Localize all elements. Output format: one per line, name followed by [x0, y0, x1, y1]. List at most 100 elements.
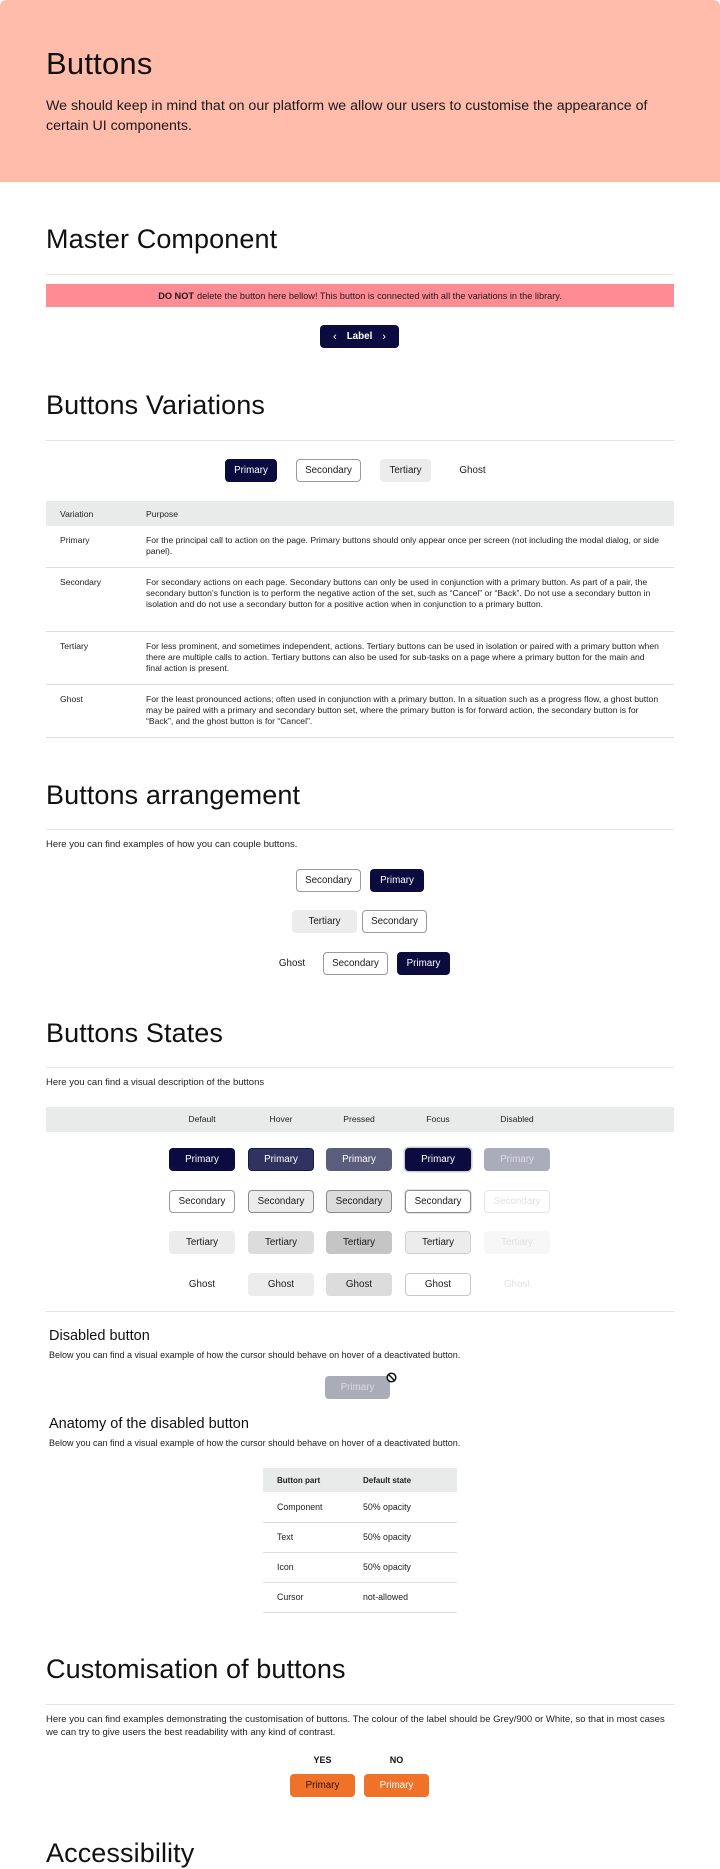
- states-header: Default Hover Pressed Focus Disabled: [46, 1107, 674, 1132]
- secondary-button[interactable]: Secondary: [323, 952, 388, 975]
- section-description: Here you can find a visual description o…: [46, 1077, 265, 1088]
- tertiary-button[interactable]: Tertiary: [380, 459, 431, 482]
- variation-cell: Ghost: [46, 684, 132, 738]
- ghost-disabled-button: Ghost: [503, 1278, 531, 1290]
- secondary-button[interactable]: Secondary: [362, 910, 427, 933]
- purpose-cell: For the least pronounced actions; often …: [132, 684, 674, 738]
- secondary-pressed-button[interactable]: Secondary: [326, 1189, 392, 1213]
- table-row: Ghost For the least pronounced actions; …: [46, 684, 674, 738]
- column-header-disabled: Disabled: [500, 1114, 534, 1124]
- ghost-focus-button[interactable]: Ghost: [405, 1272, 471, 1296]
- secondary-button[interactable]: Secondary: [296, 869, 361, 892]
- column-header-hover: Hover: [269, 1114, 293, 1124]
- table-header-row: Button part Default state: [263, 1468, 457, 1492]
- section-title: Customisation of buttons: [46, 1654, 346, 1684]
- column-header: Button part: [263, 1468, 349, 1492]
- column-header-focus: Focus: [426, 1114, 450, 1124]
- section-title: Buttons Variations: [46, 390, 265, 420]
- master-button[interactable]: ‹ Label ›: [320, 325, 399, 348]
- primary-focus-button[interactable]: Primary: [405, 1148, 471, 1171]
- divider: [46, 440, 674, 441]
- state-cell: 50% opacity: [349, 1492, 457, 1523]
- tertiary-hover-button[interactable]: Tertiary: [248, 1231, 314, 1254]
- section-description: Here you can find examples demonstrating…: [46, 1714, 665, 1738]
- state-cell: not-allowed: [349, 1582, 457, 1613]
- variation-cell: Secondary: [46, 567, 132, 632]
- no-label: NO: [389, 1755, 404, 1765]
- primary-hover-button[interactable]: Primary: [248, 1148, 314, 1171]
- arrangement-section: Buttons arrangement: [0, 780, 720, 811]
- states-row-primary: Primary Primary Primary Primary Primary: [46, 1148, 674, 1190]
- ghost-hover-button[interactable]: Ghost: [248, 1272, 314, 1296]
- purpose-cell: For the principal call to action on the …: [132, 526, 674, 568]
- anatomy-title: Anatomy of the disabled button: [49, 1416, 249, 1432]
- page-description: We should keep in mind that on our platf…: [46, 98, 648, 134]
- column-header-pressed: Pressed: [343, 1114, 375, 1124]
- warning-banner: DO NOT delete the button here bellow! Th…: [46, 284, 674, 307]
- tertiary-pressed-button[interactable]: Tertiary: [326, 1231, 392, 1254]
- divider: [46, 1067, 674, 1068]
- disabled-description: Below you can find a visual example of h…: [49, 1350, 461, 1360]
- table-row: Icon 50% opacity: [263, 1552, 457, 1583]
- purpose-cell: For secondary actions on each page. Seco…: [132, 567, 674, 632]
- anatomy-table: Button part Default state Component 50% o…: [263, 1468, 457, 1613]
- part-cell: Component: [263, 1492, 349, 1523]
- primary-disabled-button: Primary: [484, 1148, 550, 1171]
- disabled-primary-button: Primary: [325, 1376, 390, 1399]
- secondary-hover-button[interactable]: Secondary: [248, 1189, 314, 1213]
- state-cell: 50% opacity: [349, 1552, 457, 1583]
- variations-table-wrap: Variation Purpose Primary For the princi…: [46, 501, 674, 738]
- chevron-right-icon: ›: [382, 330, 386, 343]
- chevron-left-icon: ‹: [333, 330, 337, 343]
- column-header: Default state: [349, 1468, 457, 1492]
- divider: [46, 1311, 674, 1312]
- table-row: Secondary For secondary actions on each …: [46, 567, 674, 632]
- variations-table: Variation Purpose Primary For the princi…: [46, 501, 674, 738]
- secondary-button[interactable]: Secondary: [296, 459, 361, 482]
- hero-banner: Buttons We should keep in mind that on o…: [0, 0, 720, 182]
- orange-primary-button-white-label[interactable]: Primary: [364, 1774, 429, 1797]
- primary-default-button[interactable]: Primary: [169, 1148, 235, 1171]
- orange-primary-button-dark-label[interactable]: Primary: [290, 1774, 355, 1797]
- tertiary-focus-button[interactable]: Tertiary: [405, 1231, 471, 1254]
- state-cell: 50% opacity: [349, 1522, 457, 1553]
- section-description: Here you can find examples of how you ca…: [46, 839, 298, 850]
- divider: [46, 829, 674, 830]
- tertiary-button[interactable]: Tertiary: [292, 910, 357, 933]
- primary-button[interactable]: Primary: [225, 459, 277, 482]
- ghost-pressed-button[interactable]: Ghost: [326, 1272, 392, 1296]
- secondary-focus-button[interactable]: Secondary: [405, 1189, 471, 1213]
- states-row-ghost: Ghost Ghost Ghost Ghost Ghost: [46, 1272, 674, 1315]
- column-header: Variation: [46, 501, 132, 526]
- table-row: Primary For the principal call to action…: [46, 526, 674, 568]
- section-title: Buttons States: [46, 1018, 224, 1048]
- warning-text: delete the button here bellow! This butt…: [196, 290, 562, 301]
- secondary-default-button[interactable]: Secondary: [169, 1189, 235, 1213]
- ghost-default-button[interactable]: Ghost: [169, 1273, 235, 1296]
- states-row-secondary: Secondary Secondary Secondary Secondary …: [46, 1189, 674, 1232]
- primary-pressed-button[interactable]: Primary: [326, 1148, 392, 1171]
- master-button-label: Label: [346, 331, 373, 342]
- section-title: Buttons arrangement: [46, 780, 301, 810]
- tertiary-default-button[interactable]: Tertiary: [169, 1231, 235, 1254]
- primary-button[interactable]: Primary: [397, 952, 450, 975]
- part-cell: Icon: [263, 1552, 349, 1583]
- primary-button[interactable]: Primary: [370, 869, 424, 892]
- variation-cell: Tertiary: [46, 631, 132, 685]
- customisation-section: Customisation of buttons: [0, 1654, 720, 1685]
- ghost-button[interactable]: Ghost: [449, 459, 496, 482]
- table-row: Tertiary For less prominent, and sometim…: [46, 631, 674, 685]
- section-title: Accessibility: [46, 1838, 195, 1868]
- master-component-section: Master Component: [0, 224, 720, 255]
- tertiary-disabled-button: Tertiary: [484, 1231, 550, 1254]
- ghost-button[interactable]: Ghost: [272, 952, 312, 975]
- table-header-row: Variation Purpose: [46, 501, 674, 526]
- table-row: Text 50% opacity: [263, 1522, 457, 1553]
- warning-bold: DO NOT: [158, 290, 194, 301]
- purpose-cell: For less prominent, and sometimes indepe…: [132, 631, 674, 685]
- secondary-disabled-button: Secondary: [484, 1189, 550, 1213]
- column-header-default: Default: [188, 1114, 216, 1124]
- not-allowed-cursor-icon: [386, 1370, 397, 1383]
- variation-cell: Primary: [46, 526, 132, 568]
- divider: [46, 1704, 674, 1705]
